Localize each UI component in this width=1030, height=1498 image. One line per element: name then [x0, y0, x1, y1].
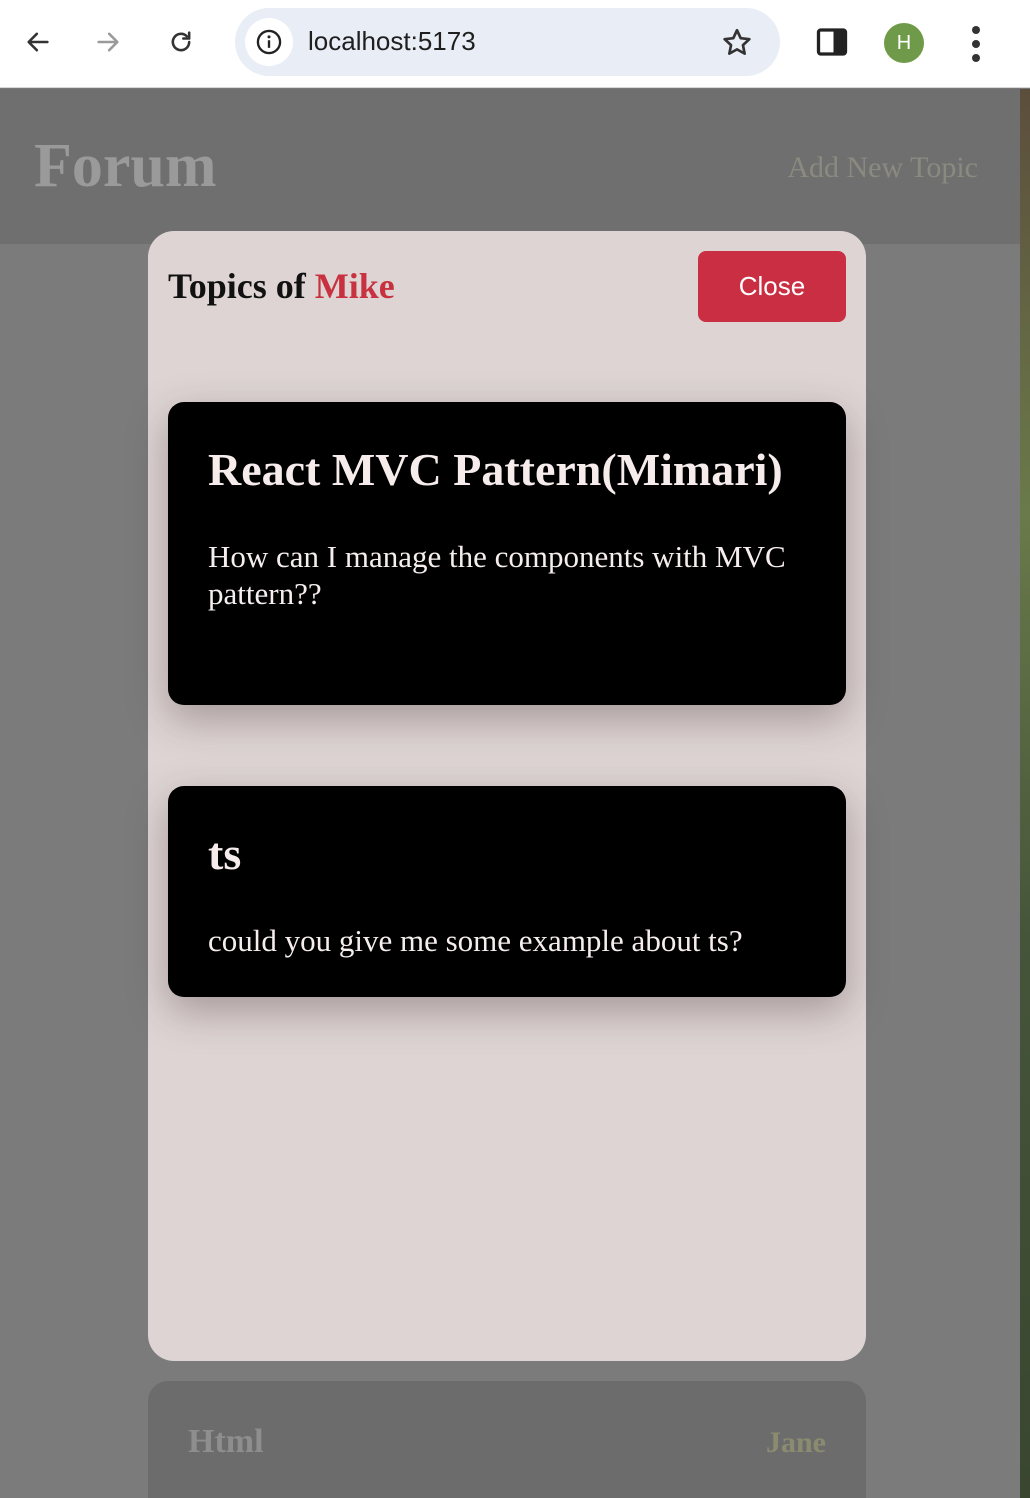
url-text[interactable]: localhost:5173: [308, 26, 476, 57]
bookmark-star-icon[interactable]: [720, 26, 754, 60]
address-bar[interactable]: localhost:5173: [235, 8, 780, 76]
modal-title-prefix: Topics of: [168, 266, 306, 306]
topics-modal: Topics of Mike Close React MVC Pattern(M…: [148, 231, 866, 1361]
profile-initial: H: [896, 31, 912, 54]
site-info-button[interactable]: [245, 18, 293, 66]
browser-toolbar: localhost:5173 H: [0, 0, 1030, 88]
topic-card[interactable]: React MVC Pattern(Mimari) How can I mana…: [168, 402, 846, 705]
site-title: Forum: [34, 132, 217, 200]
more-menu-icon[interactable]: [962, 24, 990, 64]
site-info-icon: [256, 29, 282, 55]
background-topic-title: Html: [188, 1423, 264, 1460]
background-topic-author: Jane: [766, 1426, 826, 1459]
site-header: Forum Add New Topic: [0, 89, 1020, 244]
reload-button[interactable]: [161, 20, 201, 64]
modal-author-name: Mike: [314, 266, 395, 306]
reload-icon: [171, 31, 191, 52]
topic-body: How can I manage the components with MVC…: [208, 539, 786, 611]
window-edge: [1020, 89, 1030, 1498]
topic-title: React MVC Pattern(Mimari): [208, 444, 783, 495]
topic-body: could you give me some example about ts?: [208, 923, 743, 958]
back-arrow-icon: [27, 32, 49, 52]
modal-title: Topics of Mike: [168, 265, 395, 307]
close-button[interactable]: Close: [698, 251, 846, 322]
background-topic-card[interactable]: Html Jane: [148, 1381, 866, 1498]
back-button[interactable]: [18, 20, 58, 64]
topic-title: ts: [208, 828, 242, 879]
forward-arrow-icon: [97, 32, 119, 52]
add-new-topic-link[interactable]: Add New Topic: [787, 151, 978, 185]
topic-card[interactable]: ts could you give me some example about …: [168, 786, 846, 997]
side-panel-icon[interactable]: [814, 24, 850, 60]
forward-button[interactable]: [88, 20, 128, 64]
page-viewport: Forum Add New Topic Html Jane Topics of …: [0, 89, 1020, 1498]
profile-avatar[interactable]: H: [884, 23, 924, 63]
